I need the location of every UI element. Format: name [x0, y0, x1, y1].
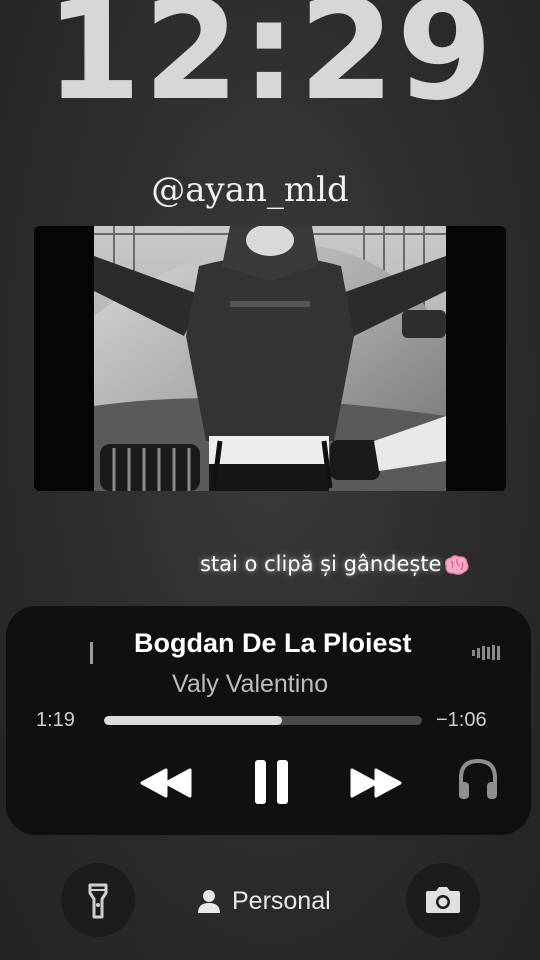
brain-emoji-icon	[442, 554, 470, 576]
time-elapsed: 1:19	[36, 709, 75, 731]
song-title: Bogdan De La Ploiest	[134, 628, 412, 658]
rewind-icon[interactable]	[140, 766, 192, 800]
now-playing-widget[interactable]: Bogdan De La Ploiest Valy Valentino 1:19…	[6, 606, 531, 835]
progress-fill	[104, 716, 283, 725]
progress-bar[interactable]	[104, 716, 422, 725]
camera-icon	[426, 887, 460, 913]
headphones-icon[interactable]	[456, 756, 500, 802]
person-icon	[198, 890, 220, 913]
lock-clock: 12:29	[45, 0, 495, 131]
username-sticker: @ayan_mld	[151, 170, 349, 210]
flashlight-icon	[88, 883, 108, 919]
video-frame[interactable]	[34, 226, 506, 491]
focus-label: Personal	[232, 886, 331, 915]
pause-icon[interactable]	[252, 758, 292, 806]
artist-name: Valy Valentino	[172, 670, 329, 698]
divider	[90, 642, 93, 664]
caption-sticker: stai o clipă și gândește	[200, 552, 470, 576]
audio-waveform-icon	[472, 645, 500, 660]
lock-screen: 12:29 @ayan_mld stai o clipă și gândește…	[0, 0, 540, 960]
caption-text: stai o clipă și gândește	[200, 552, 442, 576]
camera-button[interactable]	[406, 863, 480, 937]
time-remaining: −1:06	[436, 709, 487, 731]
video-thumbnail	[34, 226, 506, 491]
flashlight-button[interactable]	[61, 863, 135, 937]
fast-forward-icon[interactable]	[350, 766, 402, 800]
focus-mode[interactable]: Personal	[196, 884, 331, 918]
